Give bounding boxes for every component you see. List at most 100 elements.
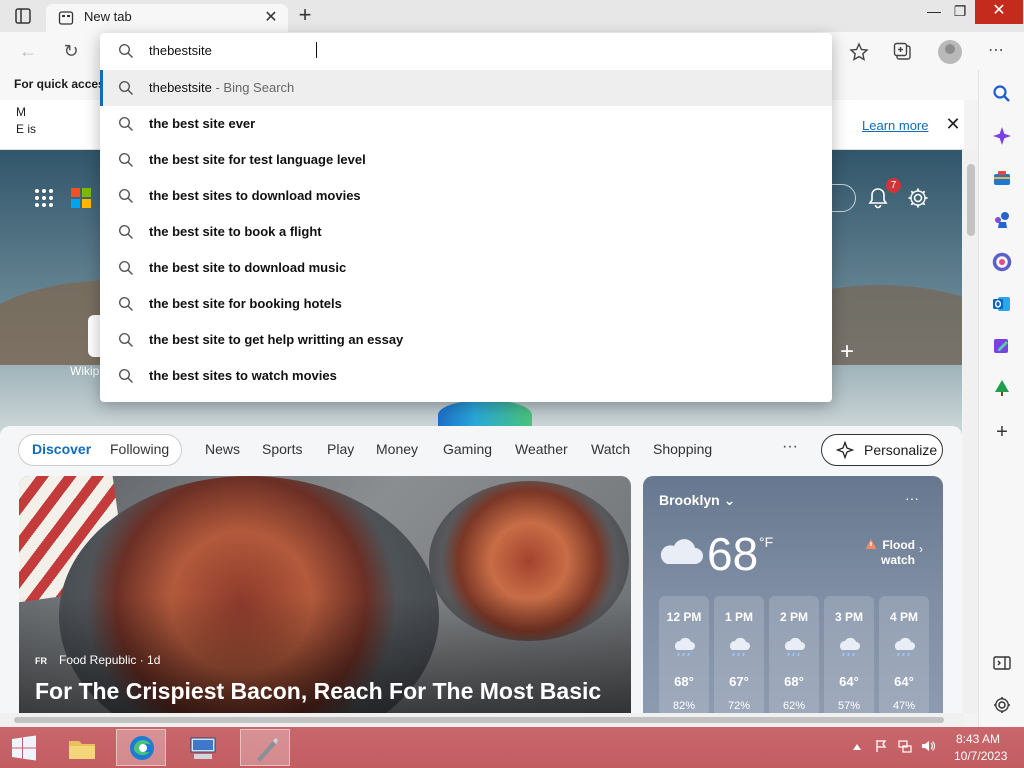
volume-icon[interactable] (921, 739, 935, 753)
suggestion-label: the best site to download music (149, 260, 347, 275)
refresh-icon[interactable]: ↻ (58, 38, 84, 64)
suggestion-item[interactable]: the best site to download music (100, 250, 832, 286)
new-tab-button[interactable]: + (292, 4, 318, 28)
personalize-button[interactable]: Personalize (821, 434, 943, 466)
vertical-scrollbar-thumb[interactable] (967, 164, 975, 236)
tab-following[interactable]: Following (110, 441, 169, 457)
collections-icon[interactable] (892, 41, 914, 63)
search-icon[interactable] (992, 84, 1012, 104)
weather-temperature: 68 (707, 528, 759, 580)
address-bar[interactable]: thebestsite (100, 33, 832, 69)
taskbar-clock-date[interactable]: 10/7/2023 (954, 749, 1007, 763)
horizontal-scrollbar-thumb[interactable] (14, 717, 944, 723)
suggestion-item[interactable]: the best sites to watch movies (100, 358, 832, 394)
hour-temp: 67° (729, 674, 749, 689)
learn-more-link[interactable]: Learn more (862, 118, 928, 133)
hour-temp: 64° (839, 674, 859, 689)
add-sidebar-app-icon[interactable]: + (992, 422, 1012, 442)
hour-temp: 68° (784, 674, 804, 689)
hour-rain-chance: 47% (892, 700, 916, 712)
suggestion-item[interactable]: the best sites to download movies (100, 178, 832, 214)
taskbar-remote-desktop[interactable] (178, 729, 228, 766)
chevron-right-icon: › (919, 542, 923, 556)
hour-rain-chance: 62% (782, 700, 806, 712)
weather-card[interactable]: Brooklyn ⌄ ··· 68 °F Flood watch › 12 PM … (643, 476, 943, 713)
copilot-sparkle-icon[interactable] (992, 126, 1012, 146)
tab-money[interactable]: Money (376, 441, 418, 457)
horizontal-scrollbar[interactable] (0, 713, 964, 727)
vertical-scrollbar[interactable] (963, 150, 978, 713)
weather-location[interactable]: Brooklyn ⌄ (659, 492, 735, 509)
microsoft-365-icon[interactable] (992, 252, 1012, 272)
windows-start-icon[interactable] (10, 735, 38, 761)
suggestion-label: the best site to get help writting an es… (149, 332, 404, 347)
designer-icon[interactable] (992, 336, 1012, 356)
hourly-forecast: 12 PM 68° 82% (659, 596, 709, 713)
taskbar-file-explorer[interactable] (57, 729, 107, 766)
favorites-icon[interactable] (848, 41, 870, 63)
search-icon (118, 43, 134, 59)
tab-news[interactable]: News (205, 441, 240, 457)
hour-rain-chance: 82% (672, 700, 696, 712)
news-card-bacon[interactable]: FR Food Republic · 1d For The Crispiest … (19, 476, 631, 713)
games-chess-icon[interactable] (992, 210, 1012, 230)
tab-sports[interactable]: Sports (262, 441, 302, 457)
shopping-tools-icon[interactable] (992, 168, 1012, 188)
taskbar-app-pen[interactable] (240, 729, 290, 766)
feed-more-button[interactable]: ··· (782, 438, 798, 456)
info-bar-close-icon[interactable]: ✕ (944, 115, 962, 133)
edge-browser-icon (130, 736, 154, 760)
search-icon (118, 116, 134, 132)
tab-weather[interactable]: Weather (515, 441, 568, 457)
rain-cloud-icon (730, 637, 750, 657)
app-launcher-icon[interactable] (34, 188, 54, 208)
address-input[interactable]: thebestsite (149, 43, 212, 58)
maximize-button[interactable]: ❐ (943, 0, 977, 24)
quill-icon (257, 738, 278, 762)
text-caret (316, 42, 317, 58)
tab-strip: New tab ✕ + — ❐ ✕ (0, 0, 1024, 32)
taskbar-edge[interactable] (116, 729, 166, 766)
profile-avatar[interactable] (938, 40, 962, 64)
suggestion-item[interactable]: the best site for test language level (100, 142, 832, 178)
quick-link-label: Wikip (70, 364, 100, 378)
network-icon[interactable] (898, 739, 912, 753)
weather-alert[interactable]: Flood watch (881, 538, 915, 568)
rain-cloud-icon (785, 637, 805, 657)
back-icon[interactable]: ← (15, 38, 41, 64)
hour-rain-chance: 72% (727, 700, 751, 712)
tab-close-icon[interactable]: ✕ (262, 9, 280, 27)
tab-title: New tab (84, 9, 132, 24)
search-icon (118, 224, 134, 240)
suggestion-item[interactable]: the best site to get help writting an es… (100, 322, 832, 358)
suggestion-item[interactable]: the best site for booking hotels (100, 286, 832, 322)
tab-discover[interactable]: Discover (32, 441, 91, 457)
outlook-icon[interactable] (992, 294, 1012, 314)
search-icon (118, 152, 134, 168)
suggestion-item[interactable]: thebestsite - Bing Search (100, 70, 832, 106)
search-icon (118, 296, 134, 312)
suggestion-item[interactable]: the best site ever (100, 106, 832, 142)
settings-more-icon[interactable]: ⋯ (983, 38, 1009, 64)
tree-icon[interactable] (992, 378, 1012, 398)
tray-overflow-icon[interactable] (852, 742, 862, 752)
tab-actions-icon[interactable] (14, 7, 32, 25)
card-headline[interactable]: For The Crispiest Bacon, Reach For The M… (35, 678, 601, 705)
tab-new-tab[interactable]: New tab ✕ (46, 4, 288, 32)
hide-sidebar-icon[interactable] (992, 653, 1012, 673)
tab-gaming[interactable]: Gaming (443, 441, 492, 457)
suggestion-item[interactable]: the best site to book a flight (100, 214, 832, 250)
add-quick-link-icon[interactable]: + (840, 338, 854, 366)
weather-more-button[interactable]: ··· (905, 490, 919, 506)
hour-temp: 64° (894, 674, 914, 689)
action-center-flag-icon[interactable] (875, 739, 889, 753)
tab-play[interactable]: Play (327, 441, 354, 457)
tab-watch[interactable]: Watch (591, 441, 630, 457)
close-window-button[interactable]: ✕ (975, 0, 1023, 24)
keyboard-computer-icon (190, 737, 216, 759)
page-settings-gear-icon[interactable] (906, 186, 930, 210)
suggestion-label: the best site for booking hotels (149, 296, 342, 311)
taskbar-clock-time[interactable]: 8:43 AM (956, 732, 1000, 746)
sidebar-settings-gear-icon[interactable] (992, 695, 1012, 715)
tab-shopping[interactable]: Shopping (653, 441, 712, 457)
